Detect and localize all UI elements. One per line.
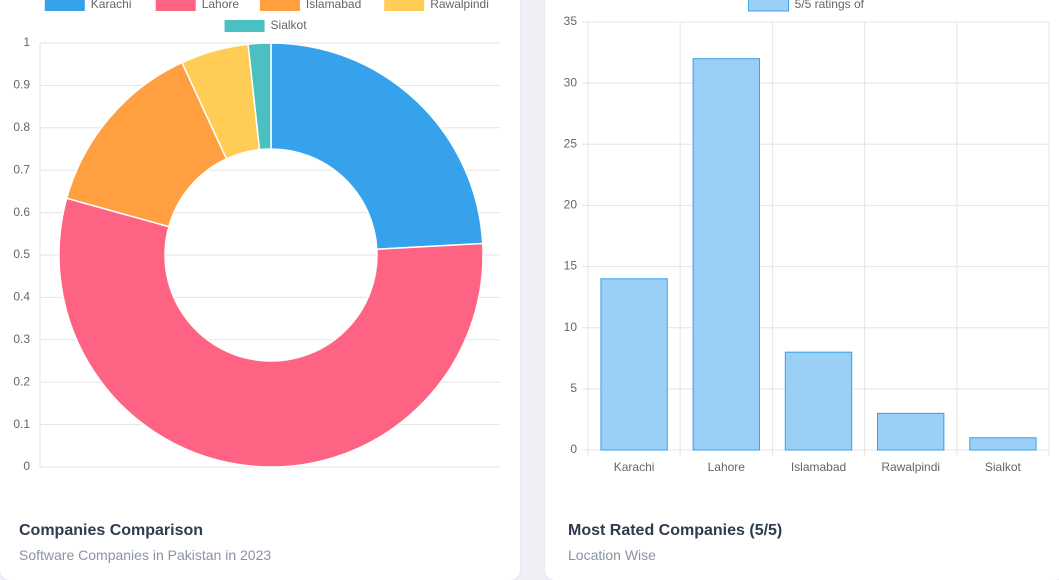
y-tick-label: 0.3: [13, 332, 30, 346]
legend-swatch-lahore: [155, 0, 196, 11]
slice-karachi: [270, 42, 484, 251]
y-tick-label: 0: [23, 459, 30, 473]
legend-swatch-rawalpindi: [384, 0, 425, 11]
y-tick-label: 0.6: [13, 205, 30, 219]
y-tick-label: 0.1: [13, 417, 30, 431]
doughnut-chart: 0 0.1 0.2 0.3 0.4 0.5 0.6 0.7 0.8 0.9 1 Karachi Lah…: [13, 0, 500, 473]
y-tick-label: 15: [564, 259, 578, 273]
legend-label-karachi: Karachi: [91, 0, 132, 11]
legend-swatch-sialkot: [224, 20, 265, 32]
x-tick-label: Karachi: [614, 460, 655, 474]
y-tick-label: 0.4: [13, 290, 30, 304]
legend-swatch: [748, 0, 790, 12]
y-tick-label: 0.2: [13, 374, 30, 388]
y-tick-label: 1: [23, 35, 30, 49]
y-tick-label: 0: [570, 442, 577, 456]
y-tick-label: 0.5: [13, 247, 30, 261]
bar-chart-card: 0 5 10 15 20 25 30 35 Karachi Lahore Islamabad Raw…: [545, 0, 1059, 580]
card-title: Companies Comparison: [19, 522, 204, 539]
bar-rawalpindi: [877, 412, 945, 451]
card-subtitle: Software Companies in Pakistan in 2023: [19, 547, 272, 563]
y-tick-label: 35: [564, 14, 578, 28]
card-subtitle: Location Wise: [568, 547, 656, 563]
y-tick-label: 20: [564, 198, 578, 212]
legend-label-lahore: Lahore: [202, 0, 240, 11]
doughnut-chart-card: 0 0.1 0.2 0.3 0.4 0.5 0.6 0.7 0.8 0.9 1 Karachi Lah…: [0, 0, 520, 580]
legend-label: 5/5 ratings of: [795, 0, 865, 11]
legend-swatch-islamabad: [259, 0, 300, 11]
bar-sialkot: [969, 437, 1037, 451]
bar-islamabad: [784, 351, 853, 451]
y-tick-label: 0.9: [13, 78, 30, 92]
legend-label-rawalpindi: Rawalpindi: [430, 0, 489, 11]
card-title: Most Rated Companies (5/5): [568, 522, 783, 539]
bar-karachi: [600, 278, 668, 451]
x-tick-label: Rawalpindi: [881, 460, 940, 474]
x-tick-label: Sialkot: [985, 460, 1022, 474]
legend-label-islamabad: Islamabad: [306, 0, 361, 11]
y-tick-label: 10: [564, 320, 578, 334]
y-tick-label: 0.8: [13, 120, 30, 134]
bar-lahore: [692, 58, 760, 451]
bar-chart: 0 5 10 15 20 25 30 35 Karachi Lahore Islamabad Raw…: [564, 0, 1050, 474]
legend-label-sialkot: Sialkot: [271, 18, 308, 32]
x-tick-label: Lahore: [708, 460, 746, 474]
y-tick-label: 5: [570, 381, 577, 395]
y-tick-label: 25: [564, 136, 578, 150]
y-tick-label: 30: [564, 75, 578, 89]
y-tick-label: 0.7: [13, 162, 30, 176]
legend-swatch-karachi: [44, 0, 85, 11]
x-tick-label: Islamabad: [791, 460, 846, 474]
